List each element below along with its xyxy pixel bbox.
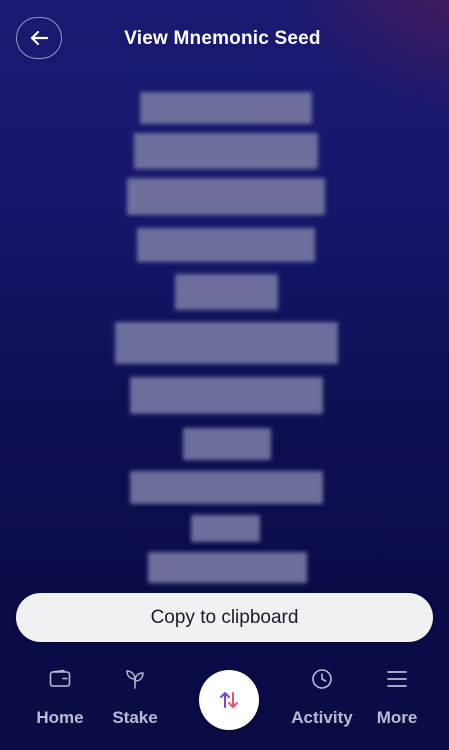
seed-word <box>148 552 307 583</box>
seed-word <box>130 377 323 414</box>
seed-word <box>140 92 312 124</box>
nav-stake[interactable]: Stake <box>103 664 167 740</box>
clock-icon <box>311 664 333 694</box>
nav-home-label: Home <box>36 708 84 727</box>
nav-more-label: More <box>376 708 418 727</box>
menu-icon <box>386 664 408 694</box>
seed-word <box>175 274 278 310</box>
bottom-nav: Home Stake Activity More <box>0 650 449 750</box>
swap-arrows-icon <box>220 692 238 708</box>
seed-word <box>115 322 338 364</box>
nav-activity-label: Activity <box>291 708 353 727</box>
swap-button[interactable] <box>199 670 259 730</box>
mnemonic-seed-list <box>0 0 449 590</box>
nav-more[interactable]: More <box>370 664 424 740</box>
wallet-icon <box>49 664 71 694</box>
seed-word <box>191 515 260 542</box>
sprout-icon <box>124 664 146 694</box>
seed-word <box>134 133 318 169</box>
nav-home[interactable]: Home <box>28 664 92 740</box>
nav-activity[interactable]: Activity <box>286 664 358 740</box>
seed-word <box>183 428 271 460</box>
seed-word <box>137 228 315 262</box>
seed-word <box>127 178 325 215</box>
nav-stake-label: Stake <box>112 708 158 727</box>
seed-word <box>130 471 323 504</box>
copy-to-clipboard-button[interactable]: Copy to clipboard <box>16 593 433 642</box>
